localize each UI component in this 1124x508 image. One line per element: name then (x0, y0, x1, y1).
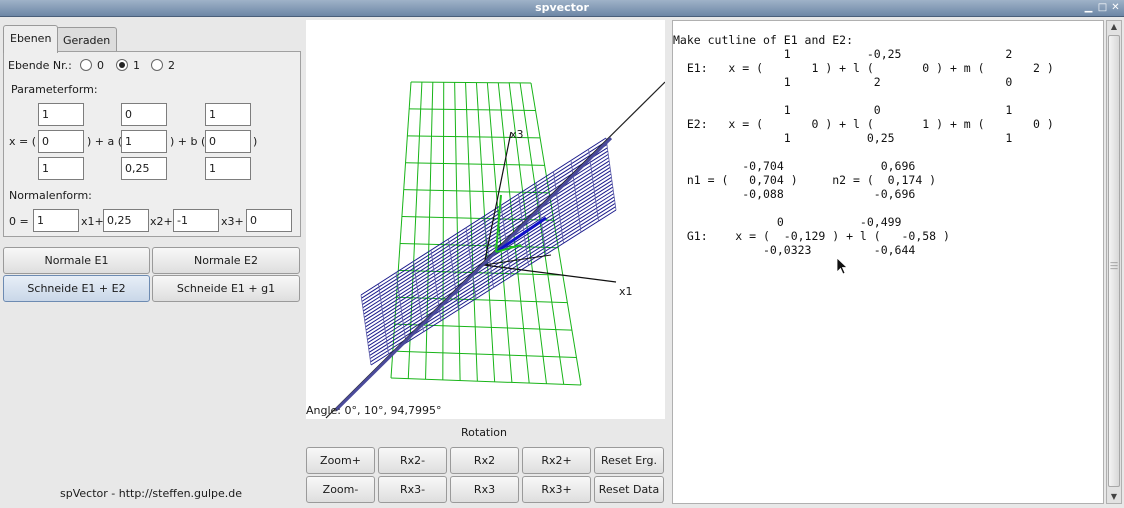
rx2-minus-button[interactable]: Rx2- (378, 447, 447, 474)
radio-ebene-2-label: 2 (168, 59, 175, 72)
schneide-e1-e2-button[interactable]: Schneide E1 + E2 (3, 275, 150, 302)
close-paren: ) (253, 135, 258, 148)
plane-e2-grid-line (442, 82, 445, 380)
rx2-plus-button[interactable]: Rx2+ (522, 447, 591, 474)
a-prefix: ) + a ( (87, 135, 123, 148)
ebenen-panel: Ebende Nr.: 0 1 2 Parameterform: 1 0 1 x… (3, 51, 301, 237)
tab-ebenen[interactable]: Ebenen (3, 25, 59, 53)
plane-e2-grid-line (410, 81, 532, 84)
normale-e1-button[interactable]: Normale E1 (3, 247, 150, 274)
b-prefix: ) + b ( (170, 135, 206, 148)
x-prefix: x = ( (9, 135, 37, 148)
parameterform-label: Parameterform: (11, 83, 98, 96)
scroll-down-icon[interactable]: ▼ (1108, 491, 1120, 503)
rx3-button[interactable]: Rx3 (450, 476, 519, 503)
plane-e2-grid-line (390, 377, 582, 386)
output-text: Make cutline of E1 and E2: 1 -0,25 2 E1:… (673, 33, 1054, 257)
tab-geraden[interactable]: Geraden (56, 27, 118, 53)
normal-c-field[interactable]: -1 (173, 209, 219, 232)
x1-suffix: x1+ (81, 215, 104, 228)
axis-x2-line (483, 254, 552, 266)
zoom-out-button[interactable]: Zoom- (306, 476, 375, 503)
minimize-icon[interactable]: ▁ (1082, 2, 1095, 14)
b-x3-field[interactable]: 1 (205, 157, 251, 180)
3d-canvas[interactable]: x1 x3 Angle: 0°, 10°, 94,7995° (306, 20, 665, 419)
x2-suffix: x2+ (150, 215, 173, 228)
p-x3-field[interactable]: 1 (38, 157, 84, 180)
left-panel: Ebenen Geraden Ebende Nr.: 0 1 2 Paramet… (0, 17, 304, 508)
footer-credit: spVector - http://steffen.gulpe.de (60, 487, 243, 500)
center-panel: x1 x3 Angle: 0°, 10°, 94,7995° Rotation … (304, 17, 670, 508)
p-x2-field[interactable]: 0 (38, 130, 84, 153)
cut-line-g1 (334, 136, 613, 412)
normal-d-field[interactable]: 0 (246, 209, 292, 232)
zoom-in-button[interactable]: Zoom+ (306, 447, 375, 474)
radio-ebene-1[interactable] (116, 59, 128, 71)
schneide-e1-g1-button[interactable]: Schneide E1 + g1 (152, 275, 300, 302)
vertical-scrollbar[interactable]: ▲ — — — ▼ (1106, 20, 1122, 504)
grip-icon: — — — (1110, 258, 1118, 273)
b-x1-field[interactable]: 1 (205, 103, 251, 126)
3d-scene (325, 81, 665, 419)
output-textarea[interactable]: Make cutline of E1 and E2: 1 -0,25 2 E1:… (672, 20, 1104, 504)
reset-data-button[interactable]: Reset Data (594, 476, 664, 503)
output-panel: Make cutline of E1 and E2: 1 -0,25 2 E1:… (670, 17, 1124, 508)
axis-x3-label: x3 (510, 128, 524, 141)
scroll-up-icon[interactable]: ▲ (1108, 21, 1120, 33)
plane-e2-grid-line (392, 350, 577, 359)
angle-readout: Angle: 0°, 10°, 94,7995° (306, 404, 442, 417)
reset-erg-button[interactable]: Reset Erg. (594, 447, 664, 474)
mouse-cursor-icon (836, 257, 849, 275)
plane-e2-grid-line (425, 82, 434, 380)
plane-e2-grid-line (405, 162, 545, 166)
title-bar: spvector ▁ □ ✕ (0, 0, 1124, 17)
normale-e2-button[interactable]: Normale E2 (152, 247, 300, 274)
radio-ebene-0[interactable] (80, 59, 92, 71)
a-x2-field[interactable]: 1 (121, 130, 167, 153)
b-x2-field[interactable]: 0 (205, 130, 251, 153)
x3-suffix: x3+ (221, 215, 244, 228)
plane-e2-grid-line (409, 108, 536, 111)
normal-b-field[interactable]: 0,25 (103, 209, 149, 232)
normalenform-label: Normalenform: (9, 189, 92, 202)
window-title: spvector (535, 1, 589, 14)
radio-ebene-2[interactable] (151, 59, 163, 71)
a-x1-field[interactable]: 0 (121, 103, 167, 126)
axis-x1-label: x1 (619, 285, 633, 298)
rx2-button[interactable]: Rx2 (450, 447, 519, 474)
rx3-plus-button[interactable]: Rx3+ (522, 476, 591, 503)
radio-ebene-0-label: 0 (97, 59, 104, 72)
a-x3-field[interactable]: 0,25 (121, 157, 167, 180)
rx3-minus-button[interactable]: Rx3- (378, 476, 447, 503)
maximize-icon[interactable]: □ (1096, 2, 1109, 14)
rotation-label: Rotation (461, 426, 508, 439)
radio-ebene-1-label: 1 (133, 59, 140, 72)
normal-prefix: 0 = (9, 215, 29, 228)
p-x1-field[interactable]: 1 (38, 103, 84, 126)
normal-a-field[interactable]: 1 (33, 209, 79, 232)
close-icon[interactable]: ✕ (1109, 2, 1122, 14)
ebene-label: Ebende Nr.: (8, 59, 72, 72)
